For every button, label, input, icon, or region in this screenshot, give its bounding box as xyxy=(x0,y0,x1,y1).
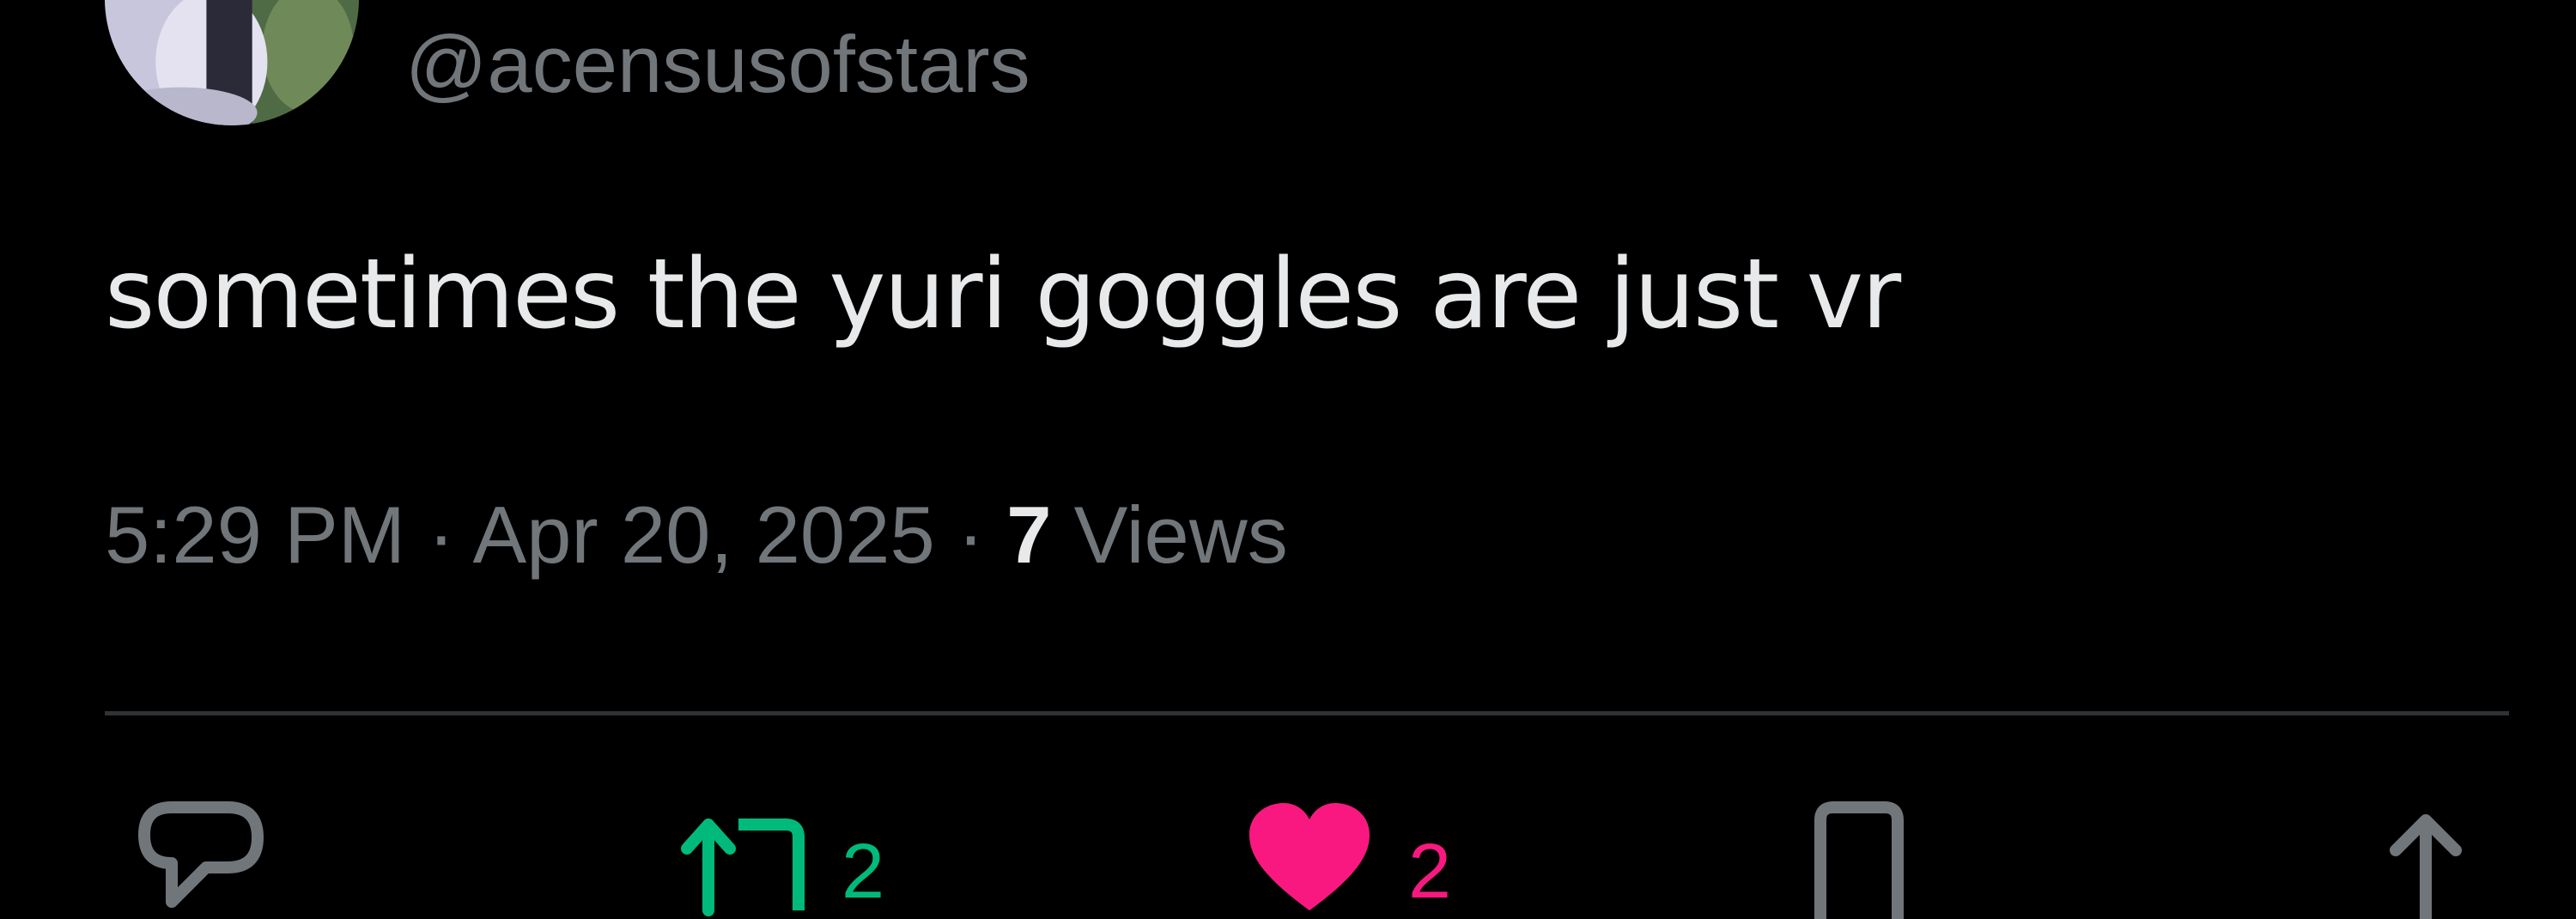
bookmark-icon xyxy=(1814,801,1904,919)
share-button[interactable] xyxy=(2370,799,2482,919)
divider xyxy=(105,711,2509,715)
repost-count: 2 xyxy=(841,829,885,915)
tweet-time: 5:29 PM xyxy=(105,490,406,580)
reply-button[interactable] xyxy=(137,799,266,908)
meta-separator: · xyxy=(405,490,473,580)
bookmark-button[interactable] xyxy=(1803,799,1915,919)
tweet-date: Apr 20, 2025 xyxy=(472,490,935,580)
author-handle[interactable]: @acensusofstars xyxy=(405,17,1030,112)
share-icon xyxy=(2390,814,2462,919)
like-button[interactable]: 2 xyxy=(1245,799,1451,915)
tweet-meta: 5:29 PM · Apr 20, 2025 · 7 Views xyxy=(105,488,1288,582)
views-label: Views xyxy=(1051,490,1288,580)
repost-button[interactable]: 2 xyxy=(678,799,884,916)
reply-icon xyxy=(138,801,264,908)
meta-separator: · xyxy=(934,490,1007,580)
avatar[interactable] xyxy=(105,0,359,125)
heart-icon xyxy=(1249,803,1370,910)
avatar-image xyxy=(105,0,359,125)
tweet-timestamp[interactable]: 5:29 PM · Apr 20, 2025 xyxy=(105,490,935,580)
views-count: 7 xyxy=(1006,490,1052,580)
repost-icon xyxy=(681,819,805,916)
like-count: 2 xyxy=(1408,829,1452,915)
tweet-text: sometimes the yuri goggles are just vr xyxy=(105,239,1901,350)
